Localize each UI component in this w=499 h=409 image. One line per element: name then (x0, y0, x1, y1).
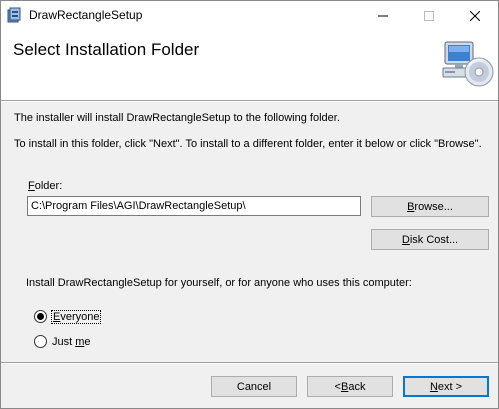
radio-everyone[interactable]: Everyone (34, 309, 102, 324)
back-button[interactable]: < Back (307, 376, 393, 397)
install-location-text: The installer will install DrawRectangle… (14, 112, 340, 124)
installer-window: DrawRectangleSetup Select Installation F… (0, 0, 499, 409)
cancel-button[interactable]: Cancel (211, 376, 297, 397)
disk-cost-accel: D (401, 233, 410, 246)
maximize-button[interactable] (406, 1, 452, 30)
browse-label-rest: rowse... (414, 200, 453, 213)
browse-accel: B (407, 200, 415, 213)
next-label-rest: ext > (437, 380, 463, 393)
header-banner: Select Installation Folder (1, 30, 498, 101)
folder-label-accel: F (28, 180, 35, 192)
radio-just-me-button[interactable] (34, 335, 47, 348)
installer-package-icon (7, 7, 23, 23)
title-bar[interactable]: DrawRectangleSetup (1, 1, 498, 30)
disk-cost-label-rest: isk Cost... (409, 233, 459, 246)
back-label-rest: ack (348, 380, 366, 393)
footer-divider-highlight (1, 363, 498, 364)
next-button[interactable]: Next > (403, 376, 489, 397)
browse-button[interactable]: Browse... (371, 196, 489, 217)
folder-path-input[interactable] (27, 196, 361, 216)
radio-just-me[interactable]: Just me (34, 335, 91, 348)
header-divider (1, 101, 498, 102)
radio-everyone-label-rest: veryone (60, 310, 100, 323)
minimize-button[interactable] (360, 1, 406, 30)
install-instructions-text: To install in this folder, click "Next".… (14, 138, 482, 150)
window-title: DrawRectangleSetup (29, 8, 143, 22)
install-scope-text: Install DrawRectangleSetup for yourself,… (26, 277, 412, 289)
maximize-icon (424, 8, 434, 24)
folder-label: Folder: (28, 180, 62, 192)
radio-just-me-rest: e (84, 335, 91, 348)
back-accel: B (340, 380, 349, 393)
radio-everyone-label: Everyone (50, 309, 102, 324)
next-accel: N (429, 380, 438, 393)
close-icon (469, 8, 481, 24)
page-title: Select Installation Folder (13, 40, 200, 59)
computer-cd-icon (439, 38, 495, 90)
folder-label-rest: older: (34, 180, 63, 192)
radio-just-me-pre: Just (52, 335, 76, 348)
radio-everyone-button[interactable] (34, 310, 47, 323)
disk-cost-button[interactable]: Disk Cost... (371, 229, 489, 250)
close-button[interactable] (452, 1, 498, 30)
radio-just-me-label: Just me (52, 336, 91, 348)
minimize-icon (378, 8, 388, 24)
